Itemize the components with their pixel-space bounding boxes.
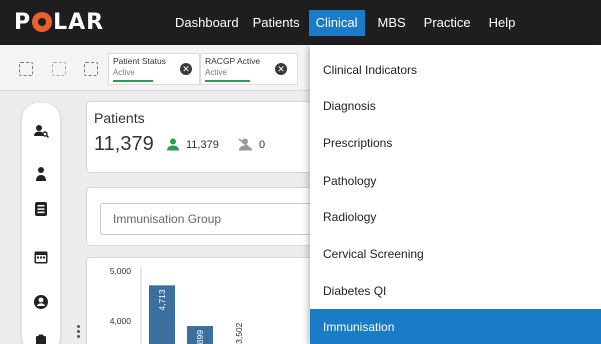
account-icon[interactable] <box>33 294 49 310</box>
active-patient-icon <box>167 138 179 151</box>
patients-title: Patients <box>94 110 145 126</box>
nav-patients[interactable]: Patients <box>246 10 307 36</box>
left-sidebar <box>22 103 60 344</box>
nav-dashboard[interactable]: Dashboard <box>168 10 246 36</box>
inactive-patients-count: 0 <box>259 138 266 151</box>
menu-item-prescriptions[interactable]: Prescriptions <box>310 125 601 162</box>
immunisation-group-select[interactable] <box>100 203 315 235</box>
menu-item-pathology[interactable]: Pathology <box>310 163 601 200</box>
calendar-icon[interactable] <box>33 249 49 265</box>
resize-grip-icon[interactable] <box>77 325 80 339</box>
active-patients-stat: 11,379 <box>166 138 219 151</box>
polar-logo[interactable]: P LAR <box>14 9 105 35</box>
active-patients-count: 11,379 <box>186 138 219 151</box>
logo-letter-p: P <box>14 9 32 35</box>
expand-icon[interactable] <box>19 62 33 76</box>
chart-y-tick-label: 4,000 <box>110 316 132 326</box>
nav-practice[interactable]: Practice <box>417 10 478 36</box>
chart-bar-value-label: 4,713 <box>157 289 167 311</box>
chip-underline <box>113 80 153 82</box>
chart-bar-value-label: 3,502 <box>234 322 244 344</box>
menu-item-diagnosis[interactable]: Diagnosis <box>310 88 601 125</box>
remove-filter-icon[interactable]: ✕ <box>275 63 287 75</box>
filter-settings-icon[interactable] <box>84 62 98 76</box>
remove-filter-icon[interactable]: ✕ <box>180 63 192 75</box>
list-icon[interactable] <box>33 201 49 217</box>
patient-user-icon[interactable] <box>33 166 49 182</box>
clinical-dropdown-menu: Clinical Indicators Diagnosis Prescripti… <box>310 45 601 344</box>
immunisation-group-input[interactable] <box>101 204 314 234</box>
chart-bar-value-label: 3,899 <box>195 330 205 344</box>
patients-total-count: 11,379 <box>94 133 154 155</box>
clipboard-icon[interactable] <box>33 333 49 344</box>
nav-clinical[interactable]: Clinical <box>308 9 365 36</box>
chip-underline <box>205 80 250 82</box>
immunisation-bar-chart: 5,000 4,000 4,713 3,899 3,502 <box>110 266 244 344</box>
top-navbar: P LAR Dashboard Patients Clinical MBS Pr… <box>0 0 601 45</box>
patient-search-icon[interactable] <box>33 123 49 139</box>
logo-o-icon <box>32 12 53 32</box>
menu-item-radiology[interactable]: Radiology <box>310 199 601 236</box>
inactive-patient-icon <box>238 138 253 151</box>
logo-letters-lar: LAR <box>53 9 105 35</box>
collapse-icon[interactable] <box>52 62 66 76</box>
menu-item-immunisation[interactable]: Immunisation <box>310 309 601 344</box>
menu-item-clinical-indicators[interactable]: Clinical Indicators <box>310 52 601 89</box>
menu-item-diabetes-qi[interactable]: Diabetes QI <box>310 273 601 310</box>
nav-mbs[interactable]: MBS <box>371 10 413 36</box>
inactive-patients-stat: 0 <box>238 138 265 151</box>
chart-y-tick-label: 5,000 <box>110 266 132 276</box>
nav-help[interactable]: Help <box>482 10 523 36</box>
menu-item-cervical-screening[interactable]: Cervical Screening <box>310 236 601 273</box>
